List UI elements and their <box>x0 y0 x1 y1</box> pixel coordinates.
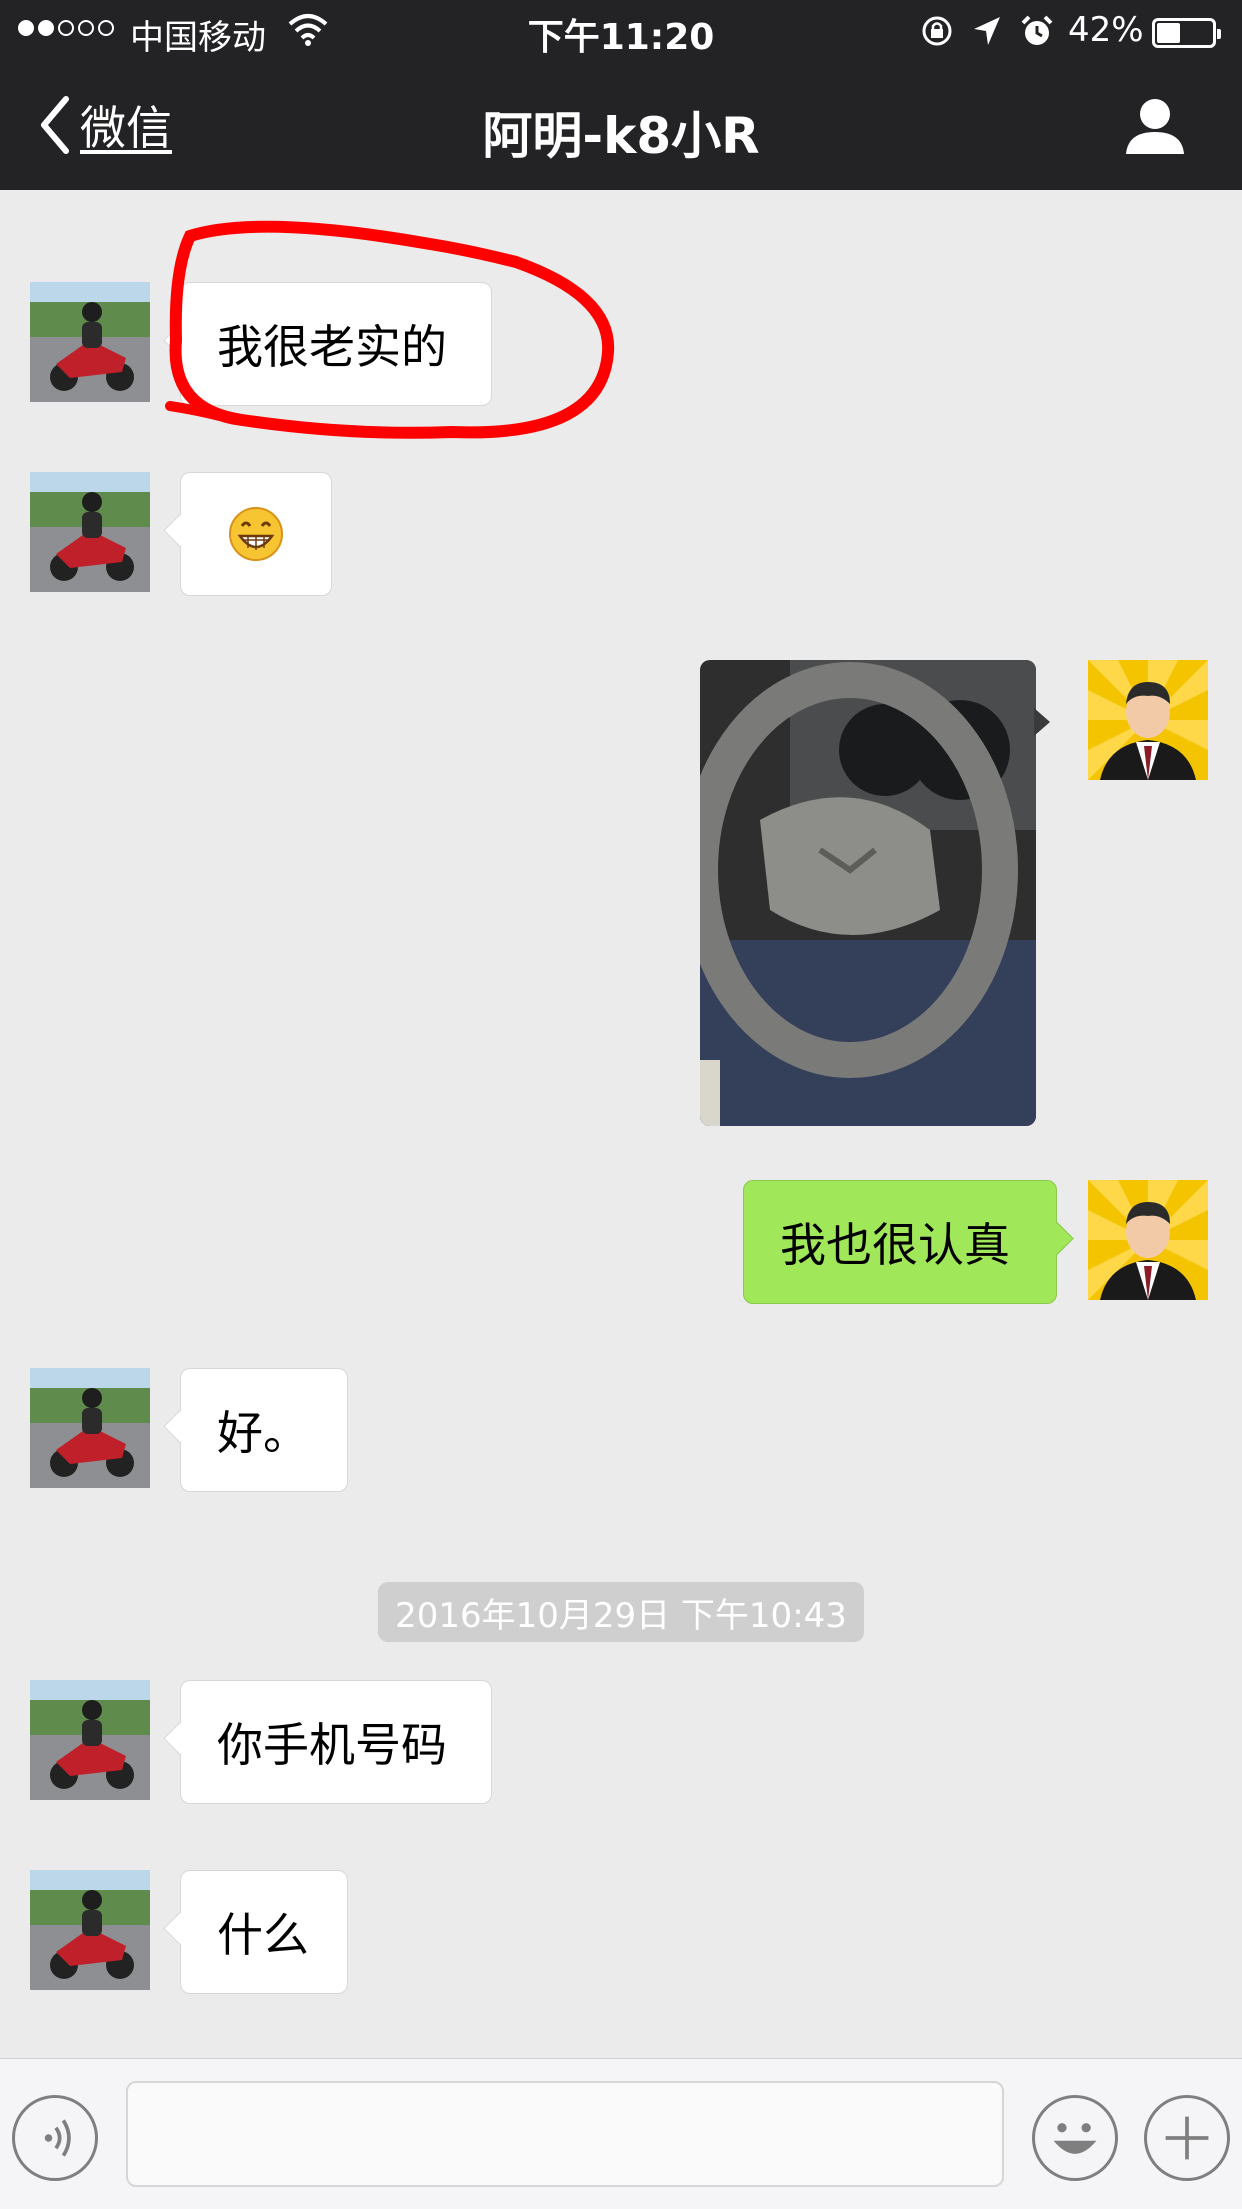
status-time: 下午11:20 <box>527 17 715 58</box>
navigation-bar: 中国移动 下午11:20 42% 微信 阿明-k8小R <box>0 0 1242 190</box>
plus-icon[interactable] <box>1144 2095 1230 2181</box>
message-text: 我也很认真 <box>780 1218 1010 1272</box>
contact-avatar[interactable] <box>30 1680 150 1800</box>
contact-avatar[interactable] <box>30 472 150 592</box>
sent-image-steering-wheel[interactable] <box>700 660 1036 1126</box>
rotation-lock-icon <box>922 16 952 46</box>
message-timestamp: 2016年10月29日 下午10:43 <box>378 1582 864 1642</box>
my-avatar[interactable] <box>1088 1180 1208 1300</box>
status-bar: 中国移动 下午11:20 42% <box>0 0 1242 62</box>
location-arrow-icon <box>974 17 1000 45</box>
grinning-face-emoji-icon <box>229 507 283 561</box>
image-bubble-tail <box>1034 708 1050 736</box>
message-text: 我很老实的 <box>217 320 447 374</box>
person-icon[interactable] <box>1124 96 1186 158</box>
message-bubble[interactable]: 我很老实的 <box>180 282 492 406</box>
contact-avatar[interactable] <box>30 1368 150 1488</box>
message-text: 什么 <box>217 1908 309 1962</box>
battery-percent: 42% <box>1068 10 1144 50</box>
chat-title: 阿明-k8小R <box>482 107 760 165</box>
contact-avatar[interactable] <box>30 282 150 402</box>
message-bubble[interactable] <box>180 472 332 596</box>
message-bubble[interactable]: 我也很认真 <box>743 1180 1057 1304</box>
message-bubble[interactable]: 你手机号码 <box>180 1680 492 1804</box>
chat-input-bar <box>0 2058 1242 2209</box>
message-input[interactable] <box>126 2081 1004 2187</box>
message-bubble[interactable]: 好。 <box>180 1368 348 1492</box>
message-bubble[interactable]: 什么 <box>180 1870 348 1994</box>
emoji-icon[interactable] <box>1032 2095 1118 2181</box>
message-text: 好。 <box>217 1406 309 1460</box>
alarm-icon <box>1021 15 1053 45</box>
battery-icon <box>1152 18 1221 48</box>
my-avatar[interactable] <box>1088 660 1208 780</box>
contact-avatar[interactable] <box>30 1870 150 1990</box>
message-text: 你手机号码 <box>217 1718 447 1772</box>
voice-icon[interactable] <box>12 2095 98 2181</box>
